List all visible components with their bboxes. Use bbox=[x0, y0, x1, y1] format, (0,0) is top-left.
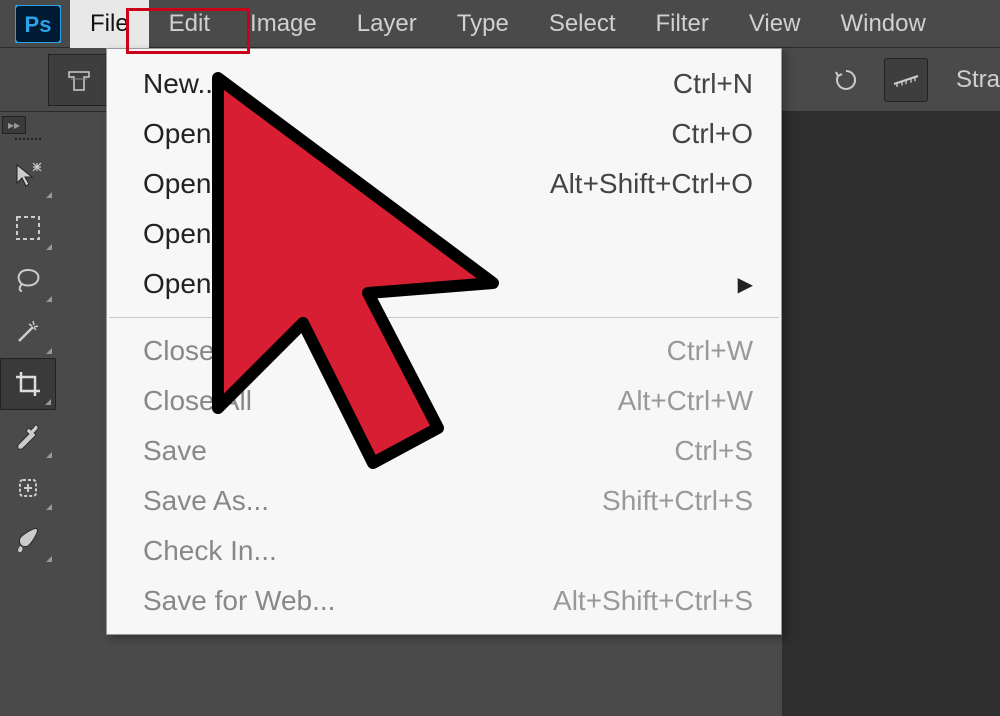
menu-item-shortcut: Ctrl+O bbox=[671, 118, 753, 150]
submenu-arrow-icon: ▶ bbox=[730, 272, 753, 297]
tool-preset-picker[interactable] bbox=[48, 54, 110, 106]
straighten-label: Stra bbox=[944, 66, 1000, 94]
photoshop-logo: Ps bbox=[6, 0, 70, 48]
panel-expand-button[interactable]: ▸▸ bbox=[2, 116, 26, 134]
menu-item-shortcut: Shift+Ctrl+S bbox=[602, 485, 753, 517]
menu-item-close: CloseCtrl+W bbox=[107, 326, 781, 376]
menu-item-open-a[interactable]: Open a bbox=[107, 209, 781, 259]
magic-wand-tool[interactable] bbox=[0, 306, 56, 358]
flyout-indicator-icon bbox=[46, 556, 52, 562]
menu-item-shortcut: Alt+Shift+Ctrl+O bbox=[550, 168, 753, 200]
menu-item-label: Open R bbox=[143, 268, 730, 300]
menu-item-label: Check In... bbox=[143, 535, 753, 567]
menu-item-save-as: Save As...Shift+Ctrl+S bbox=[107, 476, 781, 526]
brush-tool[interactable] bbox=[0, 514, 56, 566]
panel-grip[interactable] bbox=[0, 138, 56, 140]
svg-text:Ps: Ps bbox=[25, 12, 52, 37]
menu-image[interactable]: Image bbox=[230, 0, 337, 48]
menu-item-save: SaveCtrl+S bbox=[107, 426, 781, 476]
menu-file[interactable]: File bbox=[70, 0, 149, 48]
menu-item-shortcut: Ctrl+W bbox=[667, 335, 753, 367]
menu-item-label: Save As... bbox=[143, 485, 602, 517]
menu-select[interactable]: Select bbox=[529, 0, 636, 48]
canvas-area bbox=[782, 112, 1000, 716]
flyout-indicator-icon bbox=[46, 244, 52, 250]
menu-item-label: Open bbox=[143, 168, 550, 200]
menu-item-label: Save bbox=[143, 435, 674, 467]
menu-item-new[interactable]: New...Ctrl+N bbox=[107, 59, 781, 109]
marquee-tool[interactable] bbox=[0, 202, 56, 254]
flyout-indicator-icon bbox=[46, 296, 52, 302]
healing-brush-tool[interactable] bbox=[0, 462, 56, 514]
menu-bar: Ps FileEditImageLayerTypeSelectFilterVie… bbox=[0, 0, 1000, 48]
move-tool[interactable] bbox=[0, 150, 56, 202]
menu-item-open-r[interactable]: Open R▶ bbox=[107, 259, 781, 309]
menu-filter[interactable]: Filter bbox=[636, 0, 729, 48]
menu-item-shortcut: Ctrl+S bbox=[674, 435, 753, 467]
menu-window[interactable]: Window bbox=[820, 0, 945, 48]
tools-panel: ▸▸ bbox=[0, 112, 56, 566]
menu-item-shortcut: Alt+Shift+Ctrl+S bbox=[553, 585, 753, 617]
file-menu-dropdown: New...Ctrl+NOpenCtrl+OOpenAlt+Shift+Ctrl… bbox=[106, 48, 782, 635]
flyout-indicator-icon bbox=[46, 452, 52, 458]
crop-tool[interactable] bbox=[0, 358, 56, 410]
menu-item-label: Save for Web... bbox=[143, 585, 553, 617]
rotate-button[interactable] bbox=[824, 58, 868, 102]
flyout-indicator-icon bbox=[45, 399, 51, 405]
menu-item-label: Open bbox=[143, 118, 671, 150]
menu-item-label: New... bbox=[143, 68, 673, 100]
menu-edit[interactable]: Edit bbox=[149, 0, 230, 48]
menu-view[interactable]: View bbox=[729, 0, 821, 48]
menu-item-shortcut: Alt+Ctrl+W bbox=[618, 385, 753, 417]
menu-item-close-all: Close AllAlt+Ctrl+W bbox=[107, 376, 781, 426]
menu-item-open[interactable]: OpenCtrl+O bbox=[107, 109, 781, 159]
menu-item-check-in: Check In... bbox=[107, 526, 781, 576]
menu-item-open[interactable]: OpenAlt+Shift+Ctrl+O bbox=[107, 159, 781, 209]
flyout-indicator-icon bbox=[46, 504, 52, 510]
menu-item-save-for-web: Save for Web...Alt+Shift+Ctrl+S bbox=[107, 576, 781, 626]
menu-separator bbox=[109, 317, 779, 318]
eyedropper-tool[interactable] bbox=[0, 410, 56, 462]
menu-layer[interactable]: Layer bbox=[337, 0, 437, 48]
straighten-button[interactable] bbox=[884, 58, 928, 102]
menu-item-label: Close bbox=[143, 335, 667, 367]
menu-item-label: Close All bbox=[143, 385, 618, 417]
flyout-indicator-icon bbox=[46, 348, 52, 354]
flyout-indicator-icon bbox=[46, 192, 52, 198]
menu-item-label: Open a bbox=[143, 218, 753, 250]
menu-type[interactable]: Type bbox=[437, 0, 529, 48]
menu-item-shortcut: Ctrl+N bbox=[673, 68, 753, 100]
lasso-tool[interactable] bbox=[0, 254, 56, 306]
